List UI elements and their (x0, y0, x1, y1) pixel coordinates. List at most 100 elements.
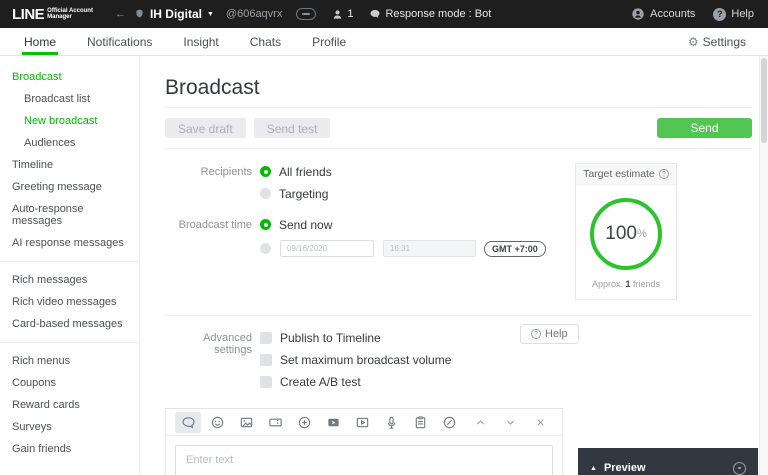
sidebar-item-gain-friends[interactable]: Gain friends (0, 438, 139, 460)
target-estimate-card: Target estimate ? 100 % Approx. 1 friend… (575, 163, 677, 300)
line-logo-subtitle: Official Account Manager (47, 7, 93, 21)
account-badge-icon (296, 8, 317, 20)
page-title: Broadcast (165, 76, 260, 99)
rich-message-icon[interactable] (291, 412, 317, 433)
move-up-icon[interactable] (467, 412, 493, 433)
preview-status-icon[interactable] (733, 461, 746, 475)
sidebar-item-broadcast[interactable]: Broadcast (0, 66, 139, 88)
sidebar-item-greeting-message[interactable]: Greeting message (0, 176, 139, 198)
account-switcher[interactable]: IH Digital ▼ (134, 7, 214, 21)
line-logo-text: LINE (12, 5, 45, 23)
sidebar-item-new-broadcast[interactable]: New broadcast (0, 110, 139, 132)
advanced-settings-row: Advanced settings Publish to Timeline Se… (165, 329, 752, 390)
checkbox-publish-timeline[interactable]: Publish to Timeline (260, 329, 451, 346)
sidebar-item-rich-messages[interactable]: Rich messages (0, 269, 139, 291)
divider (165, 148, 752, 149)
link-icon[interactable] (436, 412, 462, 433)
expand-up-icon: ▲ (590, 464, 597, 472)
advanced-settings-label: Advanced settings (203, 332, 252, 356)
image-icon[interactable] (233, 412, 259, 433)
message-composer (165, 408, 563, 475)
survey-icon[interactable] (407, 412, 433, 433)
radio-targeting[interactable]: Targeting (260, 185, 332, 202)
tab-insight[interactable]: Insight (181, 28, 220, 55)
sidebar-item-ai-response[interactable]: AI response messages (0, 232, 139, 254)
sidebar-item-reward-cards[interactable]: Reward cards (0, 394, 139, 416)
checkbox-max-volume[interactable]: Set maximum broadcast volume (260, 351, 451, 368)
collapse-arrow-icon[interactable]: ← (115, 8, 126, 20)
timezone-badge: GMT +7:00 (484, 240, 546, 257)
emoji-icon[interactable] (204, 412, 230, 433)
response-mode-text: Response mode : Bot (385, 8, 492, 20)
save-draft-button[interactable]: Save draft (165, 118, 246, 138)
tab-profile[interactable]: Profile (310, 28, 348, 55)
friend-count: 1 (332, 8, 353, 20)
tab-chats[interactable]: Chats (248, 28, 283, 55)
sidebar-divider (0, 342, 139, 343)
person-icon (334, 9, 342, 19)
info-icon[interactable]: ? (658, 169, 669, 179)
line-logo: LINE Official Account Manager (12, 6, 93, 23)
tab-settings[interactable]: ⚙ Settings (688, 28, 746, 55)
voice-message-icon[interactable] (378, 412, 404, 433)
recipients-label: Recipients (200, 166, 252, 178)
radio-schedule[interactable] (260, 243, 271, 254)
account-id: @606aqvrx (225, 8, 283, 20)
sidebar-item-audiences[interactable]: Audiences (0, 132, 139, 154)
checkbox-icon[interactable] (260, 331, 272, 344)
tab-home[interactable]: Home (22, 28, 59, 55)
checkbox-icon[interactable] (260, 375, 272, 388)
radio-unselected-icon[interactable] (260, 188, 271, 199)
sidebar-item-coupons[interactable]: Coupons (0, 372, 139, 394)
broadcast-time-label: Broadcast time (178, 219, 252, 231)
message-text-input[interactable] (175, 445, 553, 475)
account-name: IH Digital (149, 7, 202, 21)
preview-label: Preview (603, 462, 646, 474)
radio-selected-icon[interactable] (260, 166, 271, 177)
radio-selected-icon[interactable] (260, 219, 271, 230)
sidebar-item-rich-video-messages[interactable]: Rich video messages (0, 291, 139, 313)
main-tabbar: Home Notifications Insight Chats Profile… (0, 28, 768, 56)
radio-send-now[interactable]: Send now (260, 216, 546, 233)
scrollbar-thumb[interactable] (761, 58, 767, 143)
sidebar-item-broadcast-list[interactable]: Broadcast list (0, 88, 139, 110)
checkbox-icon[interactable] (260, 353, 272, 366)
advanced-help-button[interactable]: ? Help (520, 324, 579, 344)
divider (165, 315, 752, 316)
preview-bar[interactable]: ▲ Preview (578, 448, 758, 475)
accounts-link[interactable]: Accounts (631, 7, 695, 21)
gear-icon: ⚙ (687, 34, 699, 49)
tab-notifications[interactable]: Notifications (85, 28, 154, 55)
radio-all-friends[interactable]: All friends (260, 163, 332, 180)
accounts-icon (632, 8, 644, 20)
target-estimate-approx: Approx. 1 friends (591, 279, 661, 289)
close-icon[interactable] (527, 412, 553, 433)
help-link[interactable]: ? Help (713, 7, 754, 21)
sidebar-item-timeline[interactable]: Timeline (0, 154, 139, 176)
send-button[interactable]: Send (657, 118, 752, 138)
help-icon: ? (713, 7, 727, 21)
date-input[interactable] (280, 240, 374, 257)
shield-icon (136, 9, 143, 18)
send-test-button[interactable]: Send test (253, 118, 331, 138)
sidebar-item-rich-menus[interactable]: Rich menus (0, 350, 139, 372)
checkbox-ab-test[interactable]: Create A/B test (260, 373, 451, 390)
target-estimate-circle: 100 % (590, 198, 662, 270)
sidebar-item-surveys[interactable]: Surveys (0, 416, 139, 438)
sidebar: Broadcast Broadcast list New broadcast A… (0, 56, 140, 475)
composer-toolbar (166, 409, 562, 436)
main-content: Broadcast Save draft Send test Send Reci… (140, 56, 768, 475)
settings-label: Settings (702, 34, 746, 49)
sidebar-item-auto-response[interactable]: Auto-response messages (0, 198, 139, 232)
time-input[interactable] (383, 240, 476, 257)
coupon-icon[interactable] (262, 412, 288, 433)
move-down-icon[interactable] (497, 412, 523, 433)
scrollbar-track[interactable] (759, 56, 768, 475)
response-mode: Response mode : Bot (369, 8, 491, 20)
card-message-icon[interactable] (349, 412, 375, 433)
sidebar-item-card-based-messages[interactable]: Card-based messages (0, 313, 139, 335)
help-icon: ? (531, 329, 541, 339)
sidebar-divider (0, 261, 139, 262)
video-icon[interactable] (320, 412, 346, 433)
text-message-icon[interactable] (175, 411, 201, 433)
